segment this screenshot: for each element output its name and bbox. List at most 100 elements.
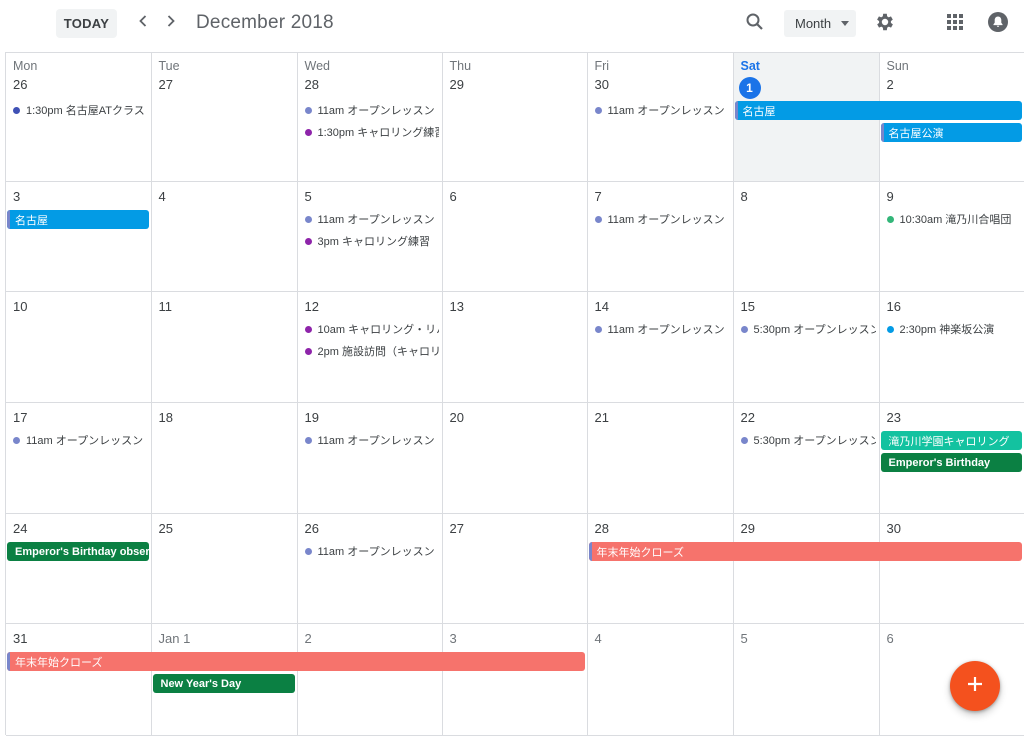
day-cell[interactable]: 14: [588, 292, 734, 403]
day-number[interactable]: 3: [450, 631, 457, 646]
timed-event[interactable]: 5:30pm オープンレッスン: [738, 320, 876, 338]
day-cell[interactable]: 13: [443, 292, 588, 403]
account-button[interactable]: [984, 10, 1012, 38]
day-cell[interactable]: 2: [298, 624, 443, 736]
day-number[interactable]: 13: [450, 299, 464, 314]
day-number[interactable]: 4: [159, 189, 166, 204]
day-cell[interactable]: 30: [880, 514, 1024, 624]
view-selector[interactable]: Month: [784, 10, 856, 37]
day-number[interactable]: 28: [595, 521, 609, 536]
timed-event[interactable]: 11am オープンレッスン: [592, 101, 730, 119]
day-cell[interactable]: 17: [6, 403, 152, 514]
timed-event[interactable]: 5:30pm オープンレッスン: [738, 431, 876, 449]
day-number[interactable]: 1: [739, 77, 761, 99]
today-button[interactable]: TODAY: [56, 9, 117, 38]
day-cell[interactable]: 4: [152, 182, 298, 292]
all-day-event[interactable]: 名古屋: [735, 101, 1023, 120]
day-number[interactable]: 17: [13, 410, 27, 425]
day-number[interactable]: 19: [305, 410, 319, 425]
all-day-event[interactable]: 名古屋公演: [881, 123, 1023, 142]
all-day-event[interactable]: 滝乃川学園キャロリング: [881, 431, 1023, 450]
day-number[interactable]: 15: [741, 299, 755, 314]
apps-button[interactable]: [941, 10, 969, 38]
day-number[interactable]: 9: [887, 189, 894, 204]
timed-event[interactable]: 11am オープンレッスン: [592, 210, 730, 228]
timed-event[interactable]: 2pm 施設訪問（キャロリング）: [302, 342, 439, 360]
day-cell[interactable]: 31: [6, 624, 152, 736]
day-cell[interactable]: 9: [880, 182, 1024, 292]
day-cell[interactable]: 5: [734, 624, 880, 736]
day-cell[interactable]: 25: [152, 514, 298, 624]
day-cell[interactable]: 28: [588, 514, 734, 624]
timed-event[interactable]: 11am オープンレッスン: [302, 542, 439, 560]
next-month-button[interactable]: [160, 12, 182, 34]
day-cell[interactable]: 4: [588, 624, 734, 736]
day-number[interactable]: 18: [159, 410, 173, 425]
all-day-event[interactable]: Emperor's Birthday: [881, 453, 1023, 472]
day-cell[interactable]: 24: [6, 514, 152, 624]
day-number[interactable]: 22: [741, 410, 755, 425]
day-number[interactable]: 29: [741, 521, 755, 536]
day-cell[interactable]: 15: [734, 292, 880, 403]
day-number[interactable]: 31: [13, 631, 27, 646]
day-number[interactable]: 28: [305, 77, 319, 92]
all-day-event[interactable]: New Year's Day: [153, 674, 295, 693]
day-number[interactable]: 23: [887, 410, 901, 425]
day-number[interactable]: 4: [595, 631, 602, 646]
day-cell[interactable]: 8: [734, 182, 880, 292]
day-number[interactable]: 6: [887, 631, 894, 646]
day-number[interactable]: 25: [159, 521, 173, 536]
day-number[interactable]: 24: [13, 521, 27, 536]
timed-event[interactable]: 10am キャロリング・リハーサル: [302, 320, 439, 338]
timed-event[interactable]: 11am オープンレッスン: [592, 320, 730, 338]
all-day-event[interactable]: 年末年始クローズ: [7, 652, 585, 671]
all-day-event[interactable]: 名古屋: [7, 210, 149, 229]
previous-month-button[interactable]: [132, 12, 154, 34]
day-number[interactable]: 11: [159, 299, 173, 314]
timed-event[interactable]: 1:30pm キャロリング練習: [302, 123, 439, 141]
day-cell[interactable]: 16: [880, 292, 1024, 403]
day-cell[interactable]: 3: [443, 624, 588, 736]
day-cell[interactable]: 26: [298, 514, 443, 624]
day-cell[interactable]: 29: [734, 514, 880, 624]
day-number[interactable]: 26: [13, 77, 27, 92]
timed-event[interactable]: 10:30am 滝乃川合唱団: [884, 210, 1022, 228]
day-cell[interactable]: 6: [443, 182, 588, 292]
day-cell[interactable]: 22: [734, 403, 880, 514]
day-number[interactable]: 6: [450, 189, 457, 204]
day-number[interactable]: Jan 1: [159, 631, 191, 646]
day-number[interactable]: 16: [887, 299, 901, 314]
timed-event[interactable]: 3pm キャロリング練習: [302, 232, 439, 250]
timed-event[interactable]: 2:30pm 神楽坂公演: [884, 320, 1022, 338]
day-number[interactable]: 5: [741, 631, 748, 646]
day-number[interactable]: 20: [450, 410, 464, 425]
day-number[interactable]: 5: [305, 189, 312, 204]
day-cell[interactable]: 3: [6, 182, 152, 292]
day-number[interactable]: 30: [887, 521, 901, 536]
day-cell[interactable]: Tue27: [152, 53, 298, 182]
timed-event[interactable]: 11am オープンレッスン: [302, 101, 439, 119]
day-cell[interactable]: 7: [588, 182, 734, 292]
day-number[interactable]: 29: [450, 77, 464, 92]
day-number[interactable]: 30: [595, 77, 609, 92]
day-number[interactable]: 21: [595, 410, 609, 425]
day-number[interactable]: 10: [13, 299, 27, 314]
day-number[interactable]: 8: [741, 189, 748, 204]
create-event-button[interactable]: [950, 661, 1000, 711]
day-cell[interactable]: 21: [588, 403, 734, 514]
timed-event[interactable]: 11am オープンレッスン: [302, 210, 439, 228]
timed-event[interactable]: 1:30pm 名古屋ATクラス: [10, 101, 148, 119]
day-number[interactable]: 26: [305, 521, 319, 536]
day-number[interactable]: 14: [595, 299, 609, 314]
timed-event[interactable]: 11am オープンレッスン: [302, 431, 439, 449]
day-number[interactable]: 27: [159, 77, 173, 92]
all-day-event[interactable]: Emperor's Birthday observed: [7, 542, 149, 561]
day-number[interactable]: 27: [450, 521, 464, 536]
day-cell[interactable]: 11: [152, 292, 298, 403]
day-cell[interactable]: 27: [443, 514, 588, 624]
search-button[interactable]: [741, 10, 769, 38]
day-number[interactable]: 7: [595, 189, 602, 204]
day-cell[interactable]: 20: [443, 403, 588, 514]
day-number[interactable]: 2: [305, 631, 312, 646]
day-cell[interactable]: Thu29: [443, 53, 588, 182]
